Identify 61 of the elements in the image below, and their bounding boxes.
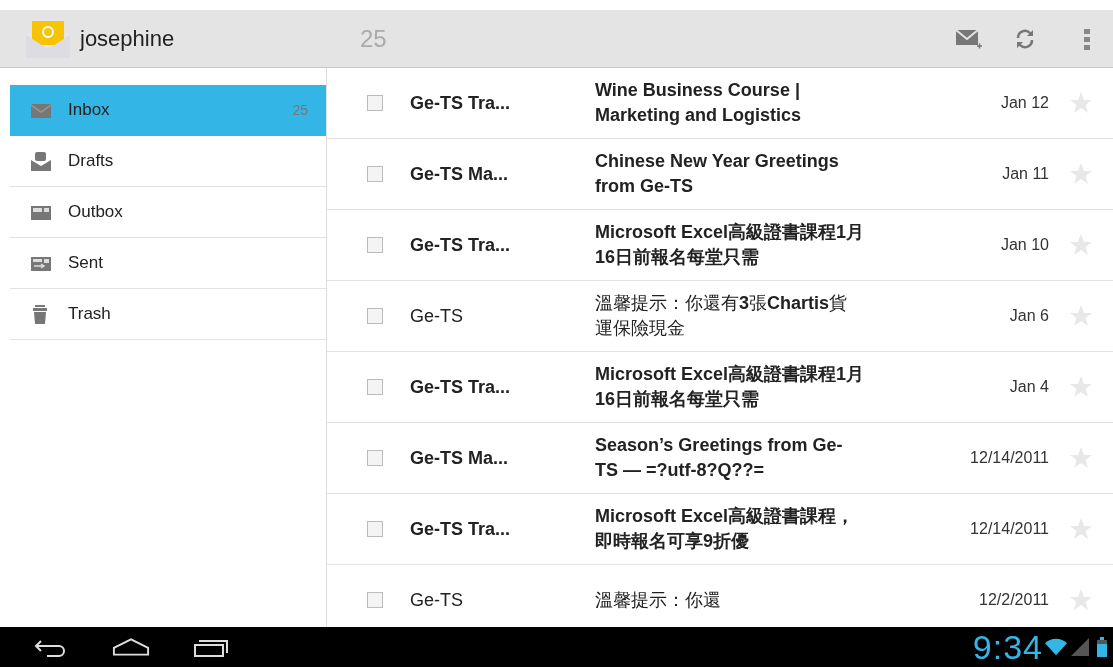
message-sender: Ge-TS (410, 589, 464, 611)
message-subject: Microsoft Excel高級證書課程1月16日前報名每堂只需 (595, 363, 865, 411)
message-subject: Season’s Greetings from Ge-TS — =?utf-8?Q??= (595, 434, 844, 482)
folder-item[interactable]: Drafts (10, 136, 326, 187)
folder-label: Sent (68, 253, 104, 273)
checkbox[interactable] (367, 95, 383, 111)
message-row[interactable]: Ge-TS Tra... Microsoft Excel高級證書課程1月16日前報名每堂只需 Jan 10 (327, 210, 1113, 281)
message-subject: Microsoft Excel高級證書課程，即時報名可享9折優 (595, 505, 856, 553)
message-date: Jan 6 (1008, 307, 1049, 325)
home-icon[interactable] (112, 637, 150, 657)
message-subject: 溫馨提示：你還有3張Chartis貨運保險現金 (595, 292, 849, 340)
message-date: Jan 11 (1001, 165, 1049, 183)
message-date: 12/14/2011 (969, 520, 1049, 538)
message-subject: Wine Business Course | Marketing and Logistics (595, 79, 803, 127)
message-subject: 溫馨提示：你還 (595, 588, 722, 612)
message-sender: Ge-TS Ma... (410, 163, 509, 185)
checkbox[interactable] (367, 308, 383, 324)
clock: 9:34 (972, 627, 1043, 667)
checkbox[interactable] (367, 379, 383, 395)
message-sender: Ge-TS Tra... (410, 92, 512, 114)
unread-count: 25 (360, 24, 387, 53)
message-date: Jan 10 (999, 236, 1049, 254)
message-row[interactable]: Ge-TS Ma... Chinese New Year Greetings from Ge-TS Jan 11 (327, 139, 1113, 210)
message-subject: Microsoft Excel高級證書課程1月16日前報名每堂只需 (595, 221, 865, 269)
folder-label: Trash (68, 304, 112, 324)
folder-label: Drafts (68, 151, 115, 171)
checkbox[interactable] (367, 592, 383, 608)
folder-item[interactable]: Sent (10, 238, 326, 289)
drafts-icon (30, 150, 52, 172)
message-date: 12/14/2011 (969, 449, 1049, 467)
message-date: 12/2/2011 (978, 591, 1049, 609)
checkbox[interactable] (367, 450, 383, 466)
signal-icon (1069, 638, 1091, 656)
folder-item[interactable]: Inbox 25 (10, 85, 326, 136)
account-name[interactable]: josephine (80, 25, 360, 52)
checkbox[interactable] (367, 166, 383, 182)
message-subject: Chinese New Year Greetings from Ge-TS (595, 150, 840, 198)
folder-label: Inbox (68, 100, 111, 120)
battery-icon (1097, 637, 1107, 657)
folder-label: Outbox (68, 202, 124, 222)
folder-item[interactable]: Trash (10, 289, 326, 340)
checkbox[interactable] (367, 521, 383, 537)
message-sender: Ge-TS Tra... (410, 376, 512, 398)
overflow-menu-icon[interactable] (1083, 26, 1091, 51)
folder-count: 25 (292, 102, 308, 118)
message-row[interactable]: Ge-TS 溫馨提示：你還有3張Chartis貨運保險現金 Jan 6 (327, 281, 1113, 352)
message-sender: Ge-TS Tra... (410, 234, 512, 256)
wifi-icon (1045, 638, 1067, 656)
email-app-icon[interactable] (24, 18, 72, 59)
message-sender: Ge-TS Tra... (410, 518, 512, 540)
message-row[interactable]: Ge-TS Tra... Microsoft Excel高級證書課程1月16日前報名每堂只需 Jan 4 (327, 352, 1113, 423)
message-sender: Ge-TS (410, 305, 464, 327)
checkbox[interactable] (367, 237, 383, 253)
message-date: Jan 12 (999, 94, 1049, 112)
message-row[interactable]: Ge-TS Ma... Season’s Greetings from Ge-TS — =?utf-8?Q??= 12/14/2011 (327, 423, 1113, 494)
recent-apps-icon[interactable] (192, 637, 230, 657)
message-sender: Ge-TS Ma... (410, 447, 509, 469)
folder-item[interactable]: Outbox (10, 187, 326, 238)
message-row[interactable]: Ge-TS Tra... Microsoft Excel高級證書課程，即時報名可享9折優 12/14/2011 (327, 494, 1113, 565)
message-date: Jan 4 (1008, 378, 1049, 396)
message-row[interactable]: Ge-TS Tra... Wine Business Course | Marketing and Logistics Jan 12 (327, 68, 1113, 139)
